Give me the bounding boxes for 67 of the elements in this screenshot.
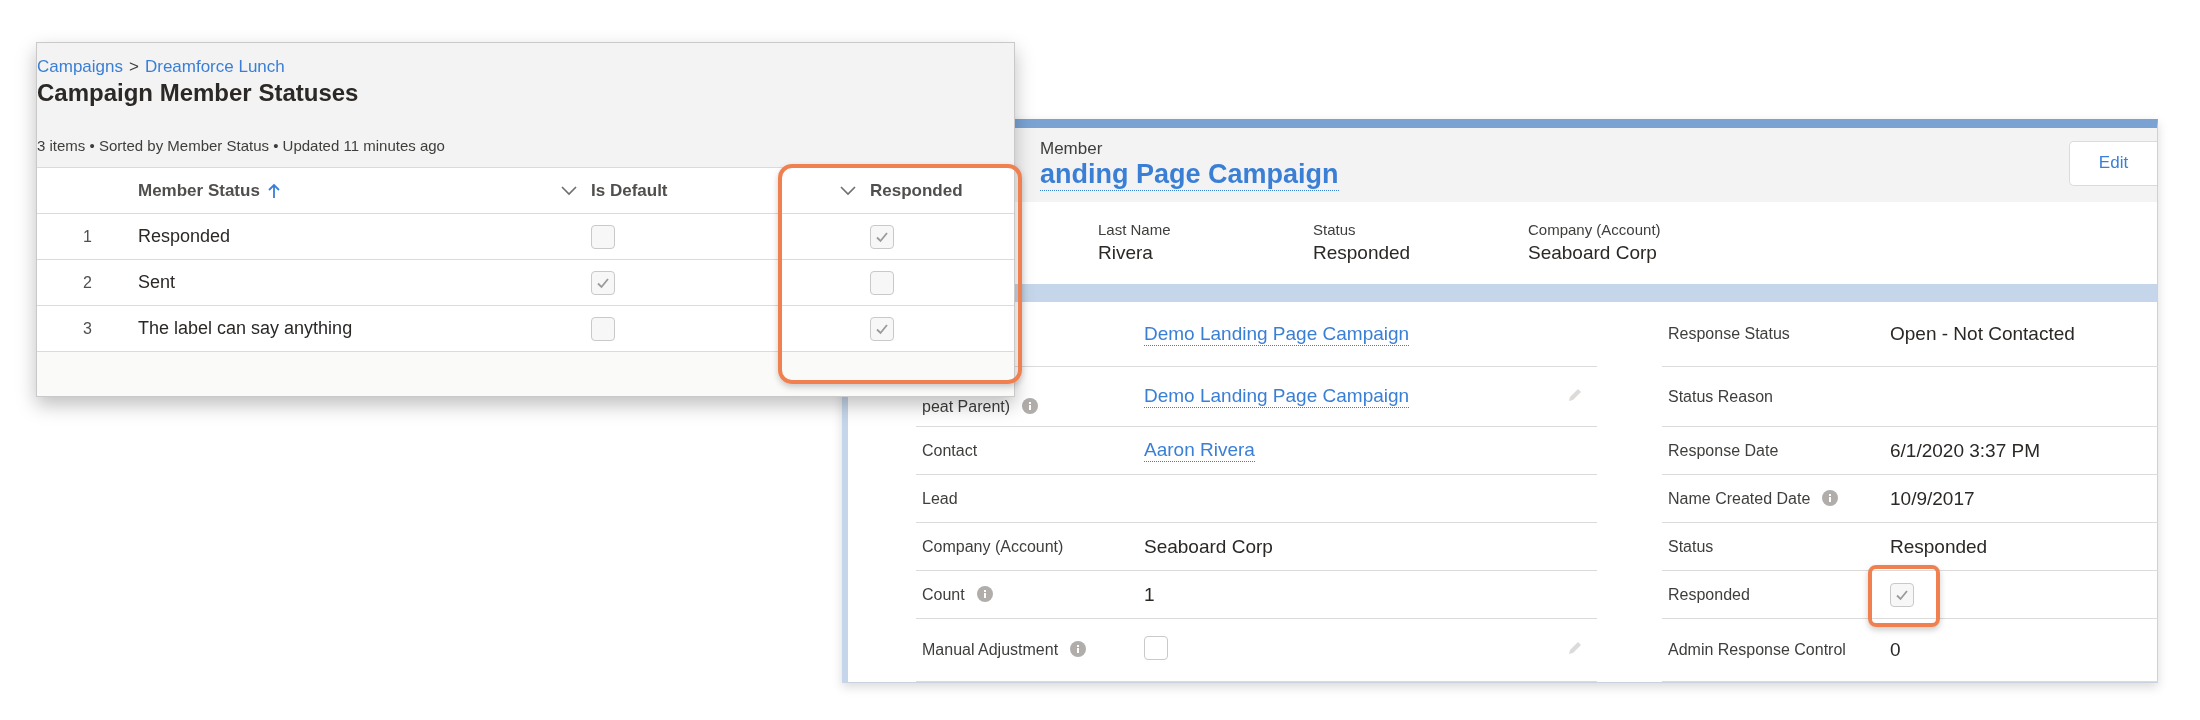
field-label: Manual Adjustment [921,641,1060,659]
chevron-down-icon[interactable] [561,185,577,196]
page-title: Campaign Member Statuses [37,79,360,107]
checkbox[interactable] [591,224,615,249]
column-header[interactable]: Member Status [138,180,260,201]
checkbox[interactable] [1890,582,1914,607]
row-number: 2 [83,273,92,292]
highlight-label: Status [1313,221,1357,239]
table-cell: Responded [138,226,231,247]
field-value: Responded [1890,535,1988,558]
checkbox[interactable] [591,270,615,295]
checkbox[interactable] [870,224,894,249]
sort-up-arrow-icon[interactable] [267,182,280,199]
field-label: Contact [921,441,979,459]
info-icon[interactable] [1022,397,1039,414]
field-value: Open - Not Contacted [1890,323,2075,345]
field-label: Name Created Date [1667,489,1812,507]
list-summary: 3 items • Sorted by Member Status • Updated 11 minutes ago [37,137,446,154]
checkbox[interactable] [1144,636,1168,660]
column-header[interactable]: Responded [870,180,963,201]
breadcrumb-link[interactable]: Dreamforce Lunch [144,57,285,77]
breadcrumb-separator: > [129,57,139,77]
field-value: Seaboard Corp [1144,535,1274,558]
checkbox[interactable] [591,316,615,341]
column-header[interactable]: Is Default [591,180,668,201]
breadcrumb-link[interactable]: Campaigns [37,57,123,77]
table-cell: The label can say anything [138,318,353,339]
field-label: Response Status [1667,325,1791,343]
field-label: Company (Account) [921,537,1065,555]
info-icon[interactable] [1070,641,1087,658]
checkbox[interactable] [870,316,894,341]
chevron-down-icon[interactable] [840,185,856,196]
highlight-value: Seaboard Corp [1528,242,1658,265]
checkmark-icon [875,322,889,335]
field-link[interactable]: Aaron Rivera [1144,439,1255,462]
field-label: Response Date [1667,441,1780,459]
field-value: 6/1/2020 3:37 PM [1890,439,2040,462]
field-value: 0 [1890,639,1901,661]
checkmark-icon [596,276,610,289]
field-label: Status [1667,537,1715,555]
field-value: 1 [1144,583,1156,606]
pencil-icon[interactable] [1567,640,1583,656]
edit-button[interactable]: Edit [2069,140,2157,186]
highlight-label: Last Name [1098,221,1172,239]
info-icon[interactable] [1822,489,1839,506]
field-link[interactable]: Demo Landing Page Campaign [1144,385,1410,408]
field-label: Count [921,585,966,603]
field-label: Responded [1667,585,1751,603]
row-number: 1 [83,227,92,246]
info-icon[interactable] [976,585,993,602]
field-value: 10/9/2017 [1890,487,1975,510]
field-label: Admin Response Control [1667,641,1847,659]
row-number: 3 [83,319,92,338]
highlight-value: Responded [1313,242,1412,265]
field-link[interactable]: Demo Landing Page Campaign [1144,322,1410,346]
field-label: peat Parent) [921,397,1012,415]
highlight-label: Company (Account) [1528,221,1662,239]
field-label: Lead [921,489,959,507]
field-label: Status Reason [1667,387,1774,405]
table-cell: Sent [138,272,176,293]
checkmark-icon [875,230,889,243]
checkmark-icon [1895,588,1909,601]
highlight-value: Rivera [1098,242,1154,265]
checkbox[interactable] [870,270,894,295]
record-title: anding Page Campaign [1040,159,1339,191]
object-label: Member [1040,139,1104,159]
pencil-icon[interactable] [1567,386,1583,403]
